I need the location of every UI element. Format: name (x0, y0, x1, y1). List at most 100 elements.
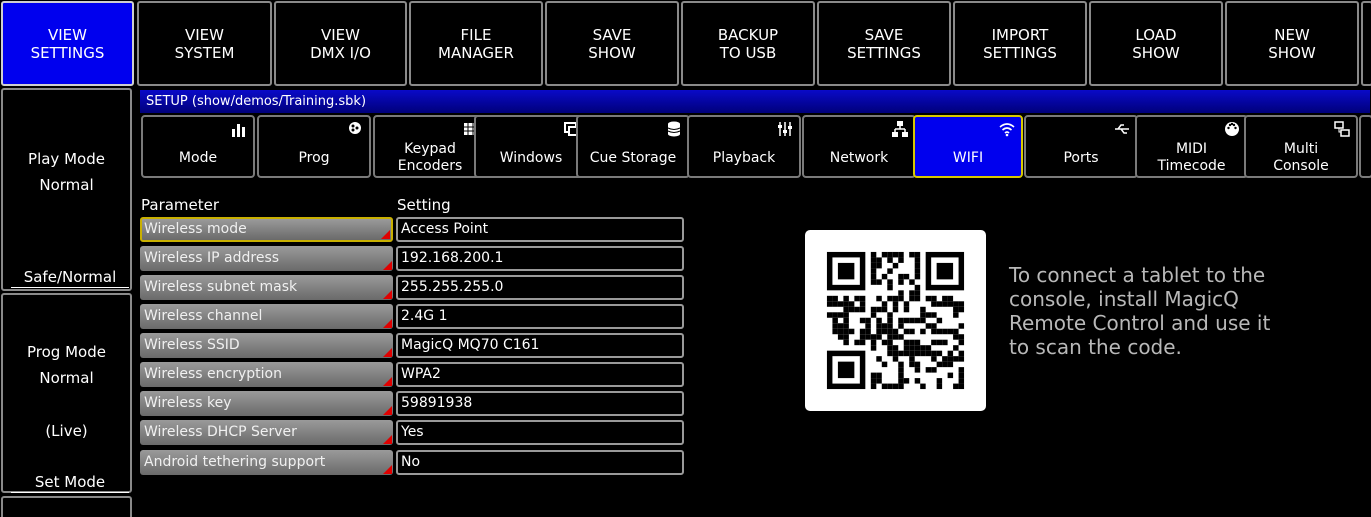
import-settings-button[interactable]: IMPORT SETTINGS (953, 1, 1087, 86)
edit-marker-icon (383, 290, 392, 299)
param-value[interactable]: No (396, 450, 684, 475)
tab-multi-console-label: Multi Console (1273, 141, 1329, 174)
param-row-wireless-ssid: Wireless SSID MagicQ MQ70 C161 (140, 333, 684, 358)
tab-mode-label: Mode (178, 150, 218, 166)
param-name-text: Wireless IP address (144, 250, 280, 266)
set-mode-softkey[interactable]: Set Mode (11, 473, 129, 493)
faders-icon (778, 122, 792, 136)
tab-wifi-label: WIFI (952, 150, 984, 166)
midi-icon (1225, 122, 1239, 136)
parameter-column-header: Parameter (141, 196, 220, 214)
param-value[interactable]: 255.255.255.0 (396, 275, 684, 300)
multi-console-icon (1334, 121, 1350, 137)
edit-marker-icon (383, 435, 392, 444)
param-value[interactable]: 2.4G 1 (396, 304, 684, 329)
param-name[interactable]: Wireless subnet mask (140, 275, 393, 300)
tab-mode[interactable]: Mode (141, 115, 255, 178)
param-name[interactable]: Wireless mode (140, 217, 393, 242)
tab-keypad-encoders-label: Keypad Encoders (397, 141, 463, 174)
tab-playback-label: Playback (712, 150, 776, 166)
param-value[interactable]: Yes (396, 420, 684, 445)
tab-ports-label: Ports (1063, 150, 1099, 166)
left-softkeys: Play Mode Normal Safe/Normal Prog Mode N… (0, 88, 134, 517)
tab-windows-label: Windows (499, 150, 563, 166)
new-show-button[interactable]: NEW SHOW (1225, 1, 1359, 86)
param-name-text: Wireless DHCP Server (144, 424, 297, 440)
view-settings-button[interactable]: VIEW SETTINGS (1, 1, 134, 86)
param-row-wireless-ip: Wireless IP address 192.168.200.1 (140, 246, 684, 271)
param-name[interactable]: Wireless DHCP Server (140, 420, 393, 445)
param-name-text: Wireless SSID (144, 337, 240, 353)
edit-marker-icon (383, 319, 392, 328)
tab-windows[interactable]: Windows (474, 115, 588, 178)
tab-network-label: Network (829, 150, 889, 166)
param-name-text: Wireless channel (144, 308, 263, 324)
tab-wifi[interactable]: WIFI (913, 115, 1023, 178)
edit-marker-icon (383, 348, 392, 357)
load-show-button[interactable]: LOAD SHOW (1089, 1, 1223, 86)
prog-mode-button[interactable]: Prog Mode Normal (Live) Set Mode (1, 293, 132, 493)
param-row-wireless-channel: Wireless channel 2.4G 1 (140, 304, 684, 329)
tab-midi-timecode-label: MIDI Timecode (1157, 141, 1226, 174)
prog-icon (349, 122, 361, 134)
edit-marker-icon (383, 465, 392, 474)
setup-window: SETUP (show/demos/Training.sbk) Mode Pro… (135, 88, 1371, 517)
param-value[interactable]: WPA2 (396, 362, 684, 387)
param-row-wireless-encryption: Wireless encryption WPA2 (140, 362, 684, 387)
edit-marker-icon (383, 406, 392, 415)
file-manager-button[interactable]: FILE MANAGER (409, 1, 543, 86)
param-name-text: Wireless key (144, 395, 232, 411)
tab-keypad-encoders[interactable]: Keypad Encoders (373, 115, 487, 178)
tab-network[interactable]: Network (802, 115, 916, 178)
param-row-dhcp-server: Wireless DHCP Server Yes (140, 420, 684, 445)
tab-playback[interactable]: Playback (687, 115, 801, 178)
param-name-text: Wireless encryption (144, 366, 282, 382)
param-name[interactable]: Wireless key (140, 391, 393, 416)
edit-marker-icon (381, 230, 390, 239)
view-system-button[interactable]: VIEW SYSTEM (137, 1, 272, 86)
param-name-text: Wireless mode (144, 221, 247, 237)
tab-prog[interactable]: Prog (257, 115, 371, 178)
top-toolbar: VIEW SETTINGS VIEW SYSTEM VIEW DMX I/O F… (0, 0, 1371, 88)
tab-prog-label: Prog (298, 150, 330, 166)
param-name-text: Android tethering support (144, 454, 326, 470)
param-row-wireless-key: Wireless key 59891938 (140, 391, 684, 416)
mode-icon (232, 124, 245, 137)
param-row-wireless-mode: Wireless mode Access Point (140, 217, 684, 242)
edit-marker-icon (383, 261, 392, 270)
param-name[interactable]: Wireless channel (140, 304, 393, 329)
param-name-text: Wireless subnet mask (144, 279, 298, 295)
param-name[interactable]: Android tethering support (140, 450, 393, 475)
view-dmx-io-button[interactable]: VIEW DMX I/O (274, 1, 407, 86)
param-value[interactable]: MagicQ MQ70 C161 (396, 333, 684, 358)
prog-mode-label: Prog Mode (27, 343, 106, 361)
wifi-icon (999, 123, 1015, 137)
qr-code (805, 230, 986, 411)
save-settings-button[interactable]: SAVE SETTINGS (817, 1, 951, 86)
param-value[interactable]: Access Point (396, 217, 684, 242)
param-value[interactable]: 59891938 (396, 391, 684, 416)
param-value[interactable]: 192.168.200.1 (396, 246, 684, 271)
play-mode-button[interactable]: Play Mode Normal Safe/Normal (1, 88, 132, 291)
save-show-button[interactable]: SAVE SHOW (545, 1, 679, 86)
backup-to-usb-button[interactable]: BACKUP TO USB (681, 1, 815, 86)
qr-code-image (826, 251, 965, 390)
param-name[interactable]: Wireless SSID (140, 333, 393, 358)
prog-mode-value: Normal (39, 369, 94, 387)
left-extra-button[interactable] (1, 496, 132, 517)
toolbar-overflow-button[interactable] (1361, 1, 1371, 86)
network-icon (892, 121, 908, 137)
window-title: SETUP (show/demos/Training.sbk) (140, 90, 1370, 113)
safe-normal-softkey[interactable]: Safe/Normal (11, 268, 129, 288)
tab-overflow[interactable] (1359, 115, 1371, 178)
tab-cue-storage-label: Cue Storage (589, 150, 677, 166)
tab-ports[interactable]: Ports (1024, 115, 1138, 178)
live-indicator: (Live) (45, 422, 88, 440)
param-name[interactable]: Wireless encryption (140, 362, 393, 387)
tab-multi-console[interactable]: Multi Console (1244, 115, 1358, 178)
setting-column-header: Setting (397, 196, 451, 214)
tab-midi-timecode[interactable]: MIDI Timecode (1135, 115, 1248, 178)
param-row-android-tethering: Android tethering support No (140, 450, 684, 475)
tab-cue-storage[interactable]: Cue Storage (576, 115, 690, 178)
param-name[interactable]: Wireless IP address (140, 246, 393, 271)
